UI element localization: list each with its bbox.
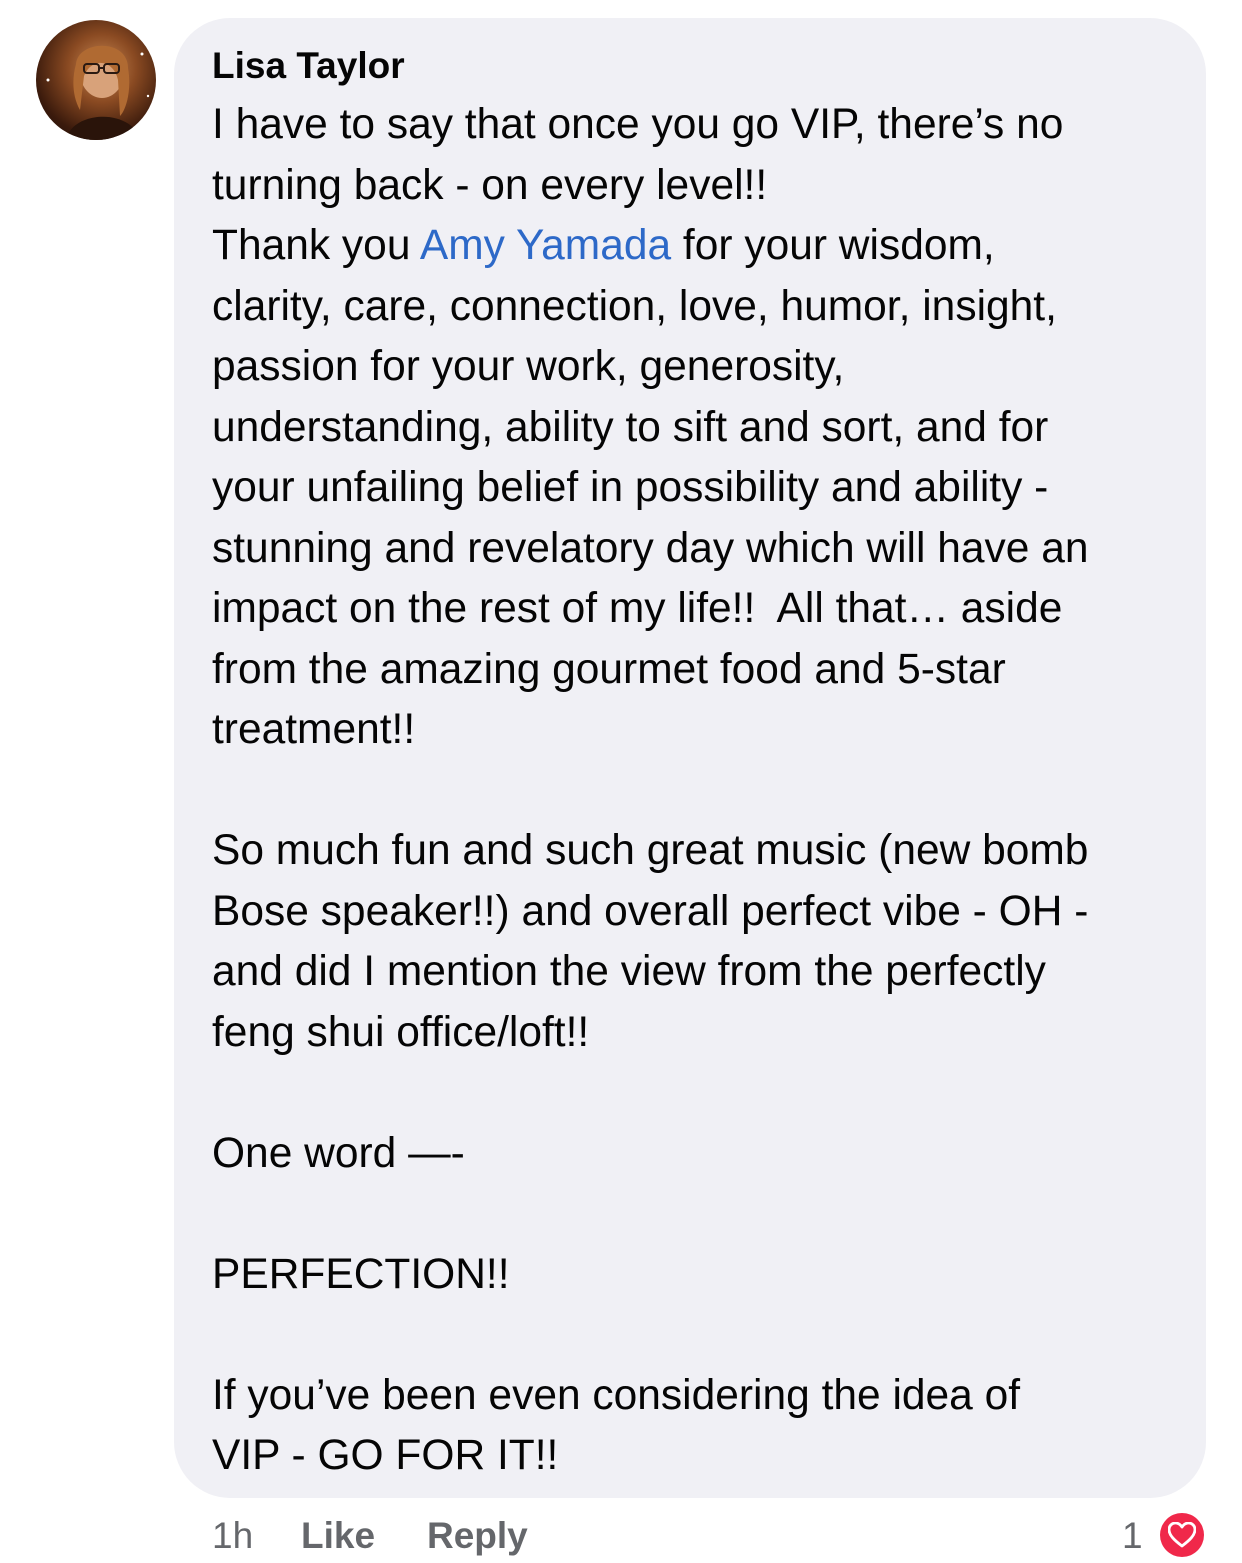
comment-line: So much fun and such great music (new bo…: [212, 821, 1192, 882]
reply-button[interactable]: Reply: [427, 1510, 528, 1562]
comment-line-text: passion for your work, generosity,: [212, 343, 845, 390]
comment-line-text: turning back - on every level!!: [212, 161, 768, 209]
comment-line: [212, 761, 1192, 822]
comment-line-text: If you’ve been even considering the idea…: [212, 1371, 1021, 1419]
comment-line: impact on the rest of my life!! All that…: [212, 579, 1192, 640]
mention-link[interactable]: Amy Yamada: [420, 222, 671, 269]
comment-line-text: your unfailing belief in possibility and…: [212, 464, 1049, 511]
comment-line-text: One word —-: [212, 1129, 465, 1177]
reaction-count[interactable]: 1: [1122, 1510, 1143, 1562]
comment-line: your unfailing belief in possibility and…: [212, 458, 1192, 519]
comment-line-text: from the amazing gourmet food and 5-star: [212, 645, 1006, 693]
comment-line: [212, 1184, 1192, 1245]
comment-author[interactable]: Lisa Taylor: [212, 42, 405, 90]
comment-line: feng shui office/loft!!: [212, 1003, 1192, 1064]
comment-line-text: treatment!!: [212, 706, 416, 753]
comment-line: treatment!!: [212, 700, 1192, 761]
comment-line-text: VIP - GO FOR IT!!: [212, 1432, 559, 1479]
comment-line: [212, 1305, 1192, 1366]
comment-line: from the amazing gourmet food and 5-star: [212, 640, 1192, 701]
profile-photo-icon: [46, 45, 150, 140]
comment-line-text: understanding, ability to sift and sort,…: [212, 403, 1049, 451]
comment-line: clarity, care, connection, love, humor, …: [212, 277, 1192, 338]
comment-line-text: stunning and revelatory day which will h…: [212, 524, 1089, 572]
comment-line-text: and did I mention the view from the perf…: [212, 948, 1046, 995]
comment-line: PERFECTION!!: [212, 1245, 1192, 1306]
comment-line-text: PERFECTION!!: [212, 1250, 510, 1298]
comment-line-text: for your wisdom,: [671, 222, 995, 269]
comment-line: If you’ve been even considering the idea…: [212, 1366, 1192, 1427]
comment-line-text: Bose speaker!!) and overall perfect vibe…: [212, 887, 1089, 935]
comment-line-text: clarity, care, connection, love, humor, …: [212, 282, 1057, 330]
comment-line: passion for your work, generosity,: [212, 337, 1192, 398]
comment-line: Bose speaker!!) and overall perfect vibe…: [212, 882, 1192, 943]
comment-line-text: I have to say that once you go VIP, ther…: [212, 101, 1064, 148]
comment-line: stunning and revelatory day which will h…: [212, 519, 1192, 580]
comment-line: turning back - on every level!!: [212, 156, 1192, 217]
avatar[interactable]: [36, 20, 156, 140]
comment-line: Thank you Amy Yamada for your wisdom,: [212, 216, 1192, 277]
comment-line-text: So much fun and such great music (new bo…: [212, 827, 1089, 874]
comment-text: I have to say that once you go VIP, ther…: [212, 95, 1192, 1487]
comment-line: [212, 1063, 1192, 1124]
reaction-badge[interactable]: [1157, 1510, 1207, 1560]
comment-line: understanding, ability to sift and sort,…: [212, 398, 1192, 459]
comment-line: and did I mention the view from the perf…: [212, 942, 1192, 1003]
comment-line-text: feng shui office/loft!!: [212, 1008, 590, 1056]
comment-line: One word —-: [212, 1124, 1192, 1185]
like-button[interactable]: Like: [301, 1510, 375, 1562]
comment-line: VIP - GO FOR IT!!: [212, 1426, 1192, 1487]
comment-line-text: Thank you: [212, 222, 420, 269]
comment-line-text: impact on the rest of my life!! All that…: [212, 585, 1063, 632]
heart-icon: [1168, 1522, 1196, 1548]
comment-line: I have to say that once you go VIP, ther…: [212, 95, 1192, 156]
comment-timestamp[interactable]: 1h: [212, 1510, 253, 1562]
